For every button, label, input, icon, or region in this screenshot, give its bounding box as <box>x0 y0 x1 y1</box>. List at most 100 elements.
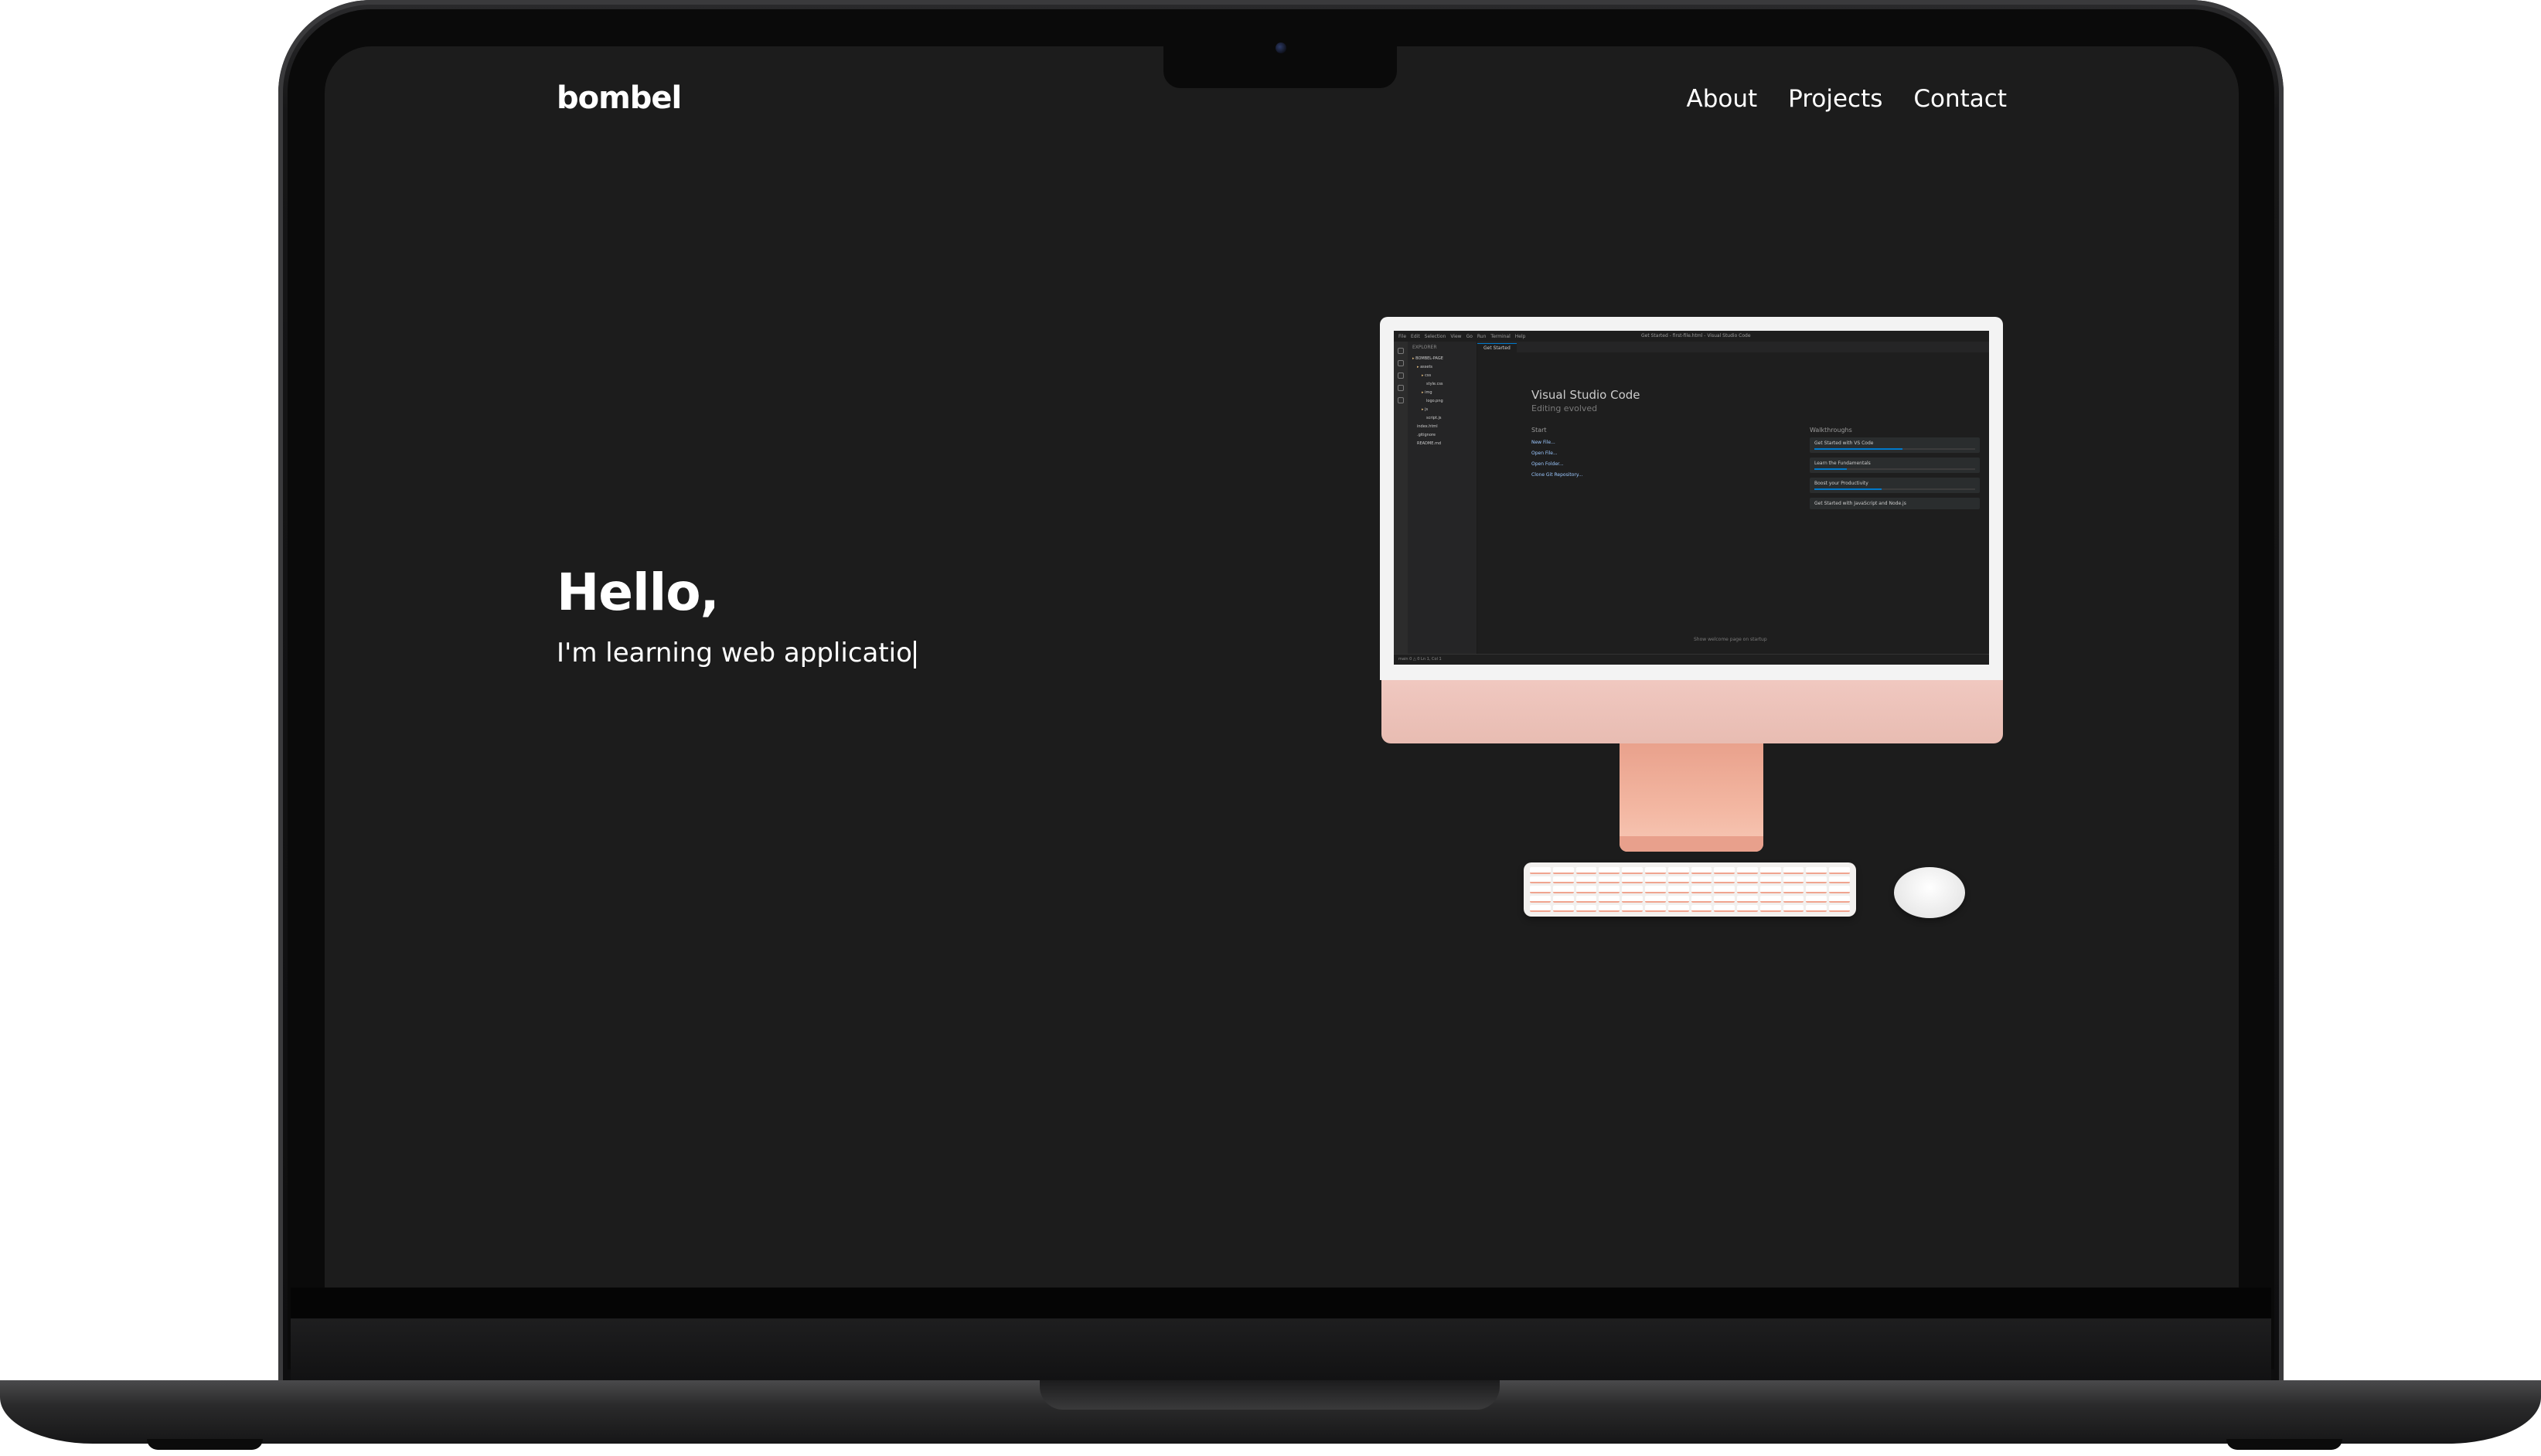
keyboard-key <box>1783 904 1804 912</box>
keyboard-key <box>1691 904 1712 912</box>
keyboard-key <box>1575 904 1597 912</box>
keyboard-key <box>1806 895 1827 903</box>
hero-subtitle: I'm learning web applicatio <box>557 638 916 668</box>
keyboard-key <box>1552 904 1574 912</box>
keyboard-key <box>1829 867 1850 875</box>
vscode-start-list: New File... Open File... Open Folder... … <box>1531 437 1582 481</box>
vscode-menu-edit: Edit <box>1411 333 1420 339</box>
keyboard-key <box>1759 895 1781 903</box>
vscode-welcome-subtitle: Editing evolved <box>1531 403 1598 413</box>
keyboard-key <box>1691 867 1712 875</box>
keyboard-key <box>1829 886 1850 893</box>
keyboard-key <box>1622 895 1643 903</box>
search-icon <box>1398 360 1404 366</box>
keyboard-key <box>1806 867 1827 875</box>
keyboard-key <box>1667 895 1689 903</box>
keyboard-key <box>1829 904 1850 912</box>
keyboard-key <box>1575 876 1597 884</box>
keyboard-key <box>1759 876 1781 884</box>
keyboard-key <box>1783 895 1804 903</box>
keyboard-key <box>1737 886 1758 893</box>
vscode-menu-go: Go <box>1466 333 1473 339</box>
laptop-opening-notch <box>1040 1380 1500 1410</box>
keyboard-key <box>1806 904 1827 912</box>
vscode-walkthroughs-heading: Walkthroughs <box>1810 427 1852 434</box>
keyboard-key <box>1575 895 1597 903</box>
keyboard-key <box>1622 904 1643 912</box>
keyboard-key <box>1575 886 1597 893</box>
vscode-walkthrough-label: Get Started with VS Code <box>1814 441 1874 446</box>
keyboard-key <box>1599 895 1620 903</box>
keyboard-key <box>1829 895 1850 903</box>
vscode-screenshot: File Edit Selection View Go Run Terminal… <box>1394 331 1989 665</box>
vscode-statusbar: main 0 △ 0 Ln 1, Col 1 <box>1394 654 1989 665</box>
keyboard-key <box>1759 904 1781 912</box>
typing-caret <box>913 640 916 668</box>
laptop-chin <box>291 1288 2271 1318</box>
vscode-tabbar: Get Started <box>1477 342 1989 352</box>
keyboard-key <box>1644 867 1666 875</box>
keyboard-key <box>1714 904 1735 912</box>
vscode-welcome-title: Visual Studio Code <box>1531 388 1640 402</box>
keyboard-key <box>1599 904 1620 912</box>
vscode-sidebar: EXPLORER BOMBEL-PAGE assets css style.cs… <box>1408 342 1477 654</box>
keyboard-key <box>1552 895 1574 903</box>
tree-item: script.js <box>1426 416 1442 420</box>
keyboard-key <box>1599 886 1620 893</box>
vscode-walkthrough-label: Boost your Productivity <box>1814 481 1868 486</box>
camera-icon <box>1276 43 1286 53</box>
keyboard-key <box>1530 886 1551 893</box>
keyboard-key <box>1530 895 1551 903</box>
source-control-icon <box>1398 373 1404 379</box>
keyboard-key <box>1737 904 1758 912</box>
vscode-editor: Get Started Visual Studio Code Editing e… <box>1477 342 1989 654</box>
keyboard-key <box>1667 886 1689 893</box>
keyboard-key <box>1599 876 1620 884</box>
keyboard-key <box>1622 886 1643 893</box>
vscode-start-item: Clone Git Repository... <box>1531 472 1583 478</box>
keyboard-key <box>1691 876 1712 884</box>
keyboard-key <box>1530 867 1551 875</box>
keyboard-key <box>1667 867 1689 875</box>
vscode-start-item: Open Folder... <box>1531 461 1564 467</box>
site-logo[interactable]: bombel <box>557 80 682 116</box>
vscode-walkthrough-progress <box>1814 468 1975 470</box>
vscode-menu-run: Run <box>1477 333 1487 339</box>
vscode-titlebar: File Edit Selection View Go Run Terminal… <box>1394 331 1989 342</box>
hero-subtitle-text: I'm learning web applicatio <box>557 638 912 668</box>
keyboard-key <box>1667 904 1689 912</box>
imac-display: File Edit Selection View Go Run Terminal… <box>1380 317 2003 680</box>
vscode-menu-view: View <box>1450 333 1462 339</box>
tree-item: js <box>1412 406 1472 414</box>
site-nav: About Projects Contact <box>1687 85 2007 113</box>
mouse-illustration <box>1894 867 1965 918</box>
keyboard-key <box>1622 867 1643 875</box>
tree-item: logo.png <box>1426 399 1443 403</box>
laptop-foot-right <box>2226 1439 2342 1450</box>
tree-item: README.md <box>1417 441 1442 446</box>
nav-link-about[interactable]: About <box>1687 85 1758 113</box>
vscode-start-item: Open File... <box>1531 451 1558 456</box>
keyboard-key <box>1714 876 1735 884</box>
keyboard-key <box>1759 886 1781 893</box>
keyboard-key <box>1737 876 1758 884</box>
nav-link-contact[interactable]: Contact <box>1913 85 2007 113</box>
vscode-walkthrough-item: Get Started with VS Code <box>1810 437 1980 453</box>
keyboard-key <box>1552 876 1574 884</box>
tree-item: style.css <box>1426 382 1443 386</box>
debug-icon <box>1398 385 1404 391</box>
keyboard-key <box>1691 895 1712 903</box>
hero-title: Hello, <box>557 563 720 622</box>
vscode-menu-file: File <box>1398 333 1407 339</box>
extensions-icon <box>1398 397 1404 403</box>
vscode-show-on-startup: Show welcome page on startup <box>1694 637 1767 642</box>
laptop-hinge <box>291 1318 2271 1380</box>
vscode-walkthroughs-list: Get Started with VS Code Learn the Funda… <box>1810 437 1980 514</box>
keyboard-key <box>1806 876 1827 884</box>
vscode-start-heading: Start <box>1531 427 1547 434</box>
nav-link-projects[interactable]: Projects <box>1788 85 1882 113</box>
tree-item: assets <box>1412 363 1472 372</box>
keyboard-key <box>1530 876 1551 884</box>
keyboard-key <box>1599 867 1620 875</box>
tree-item: css <box>1412 372 1472 380</box>
